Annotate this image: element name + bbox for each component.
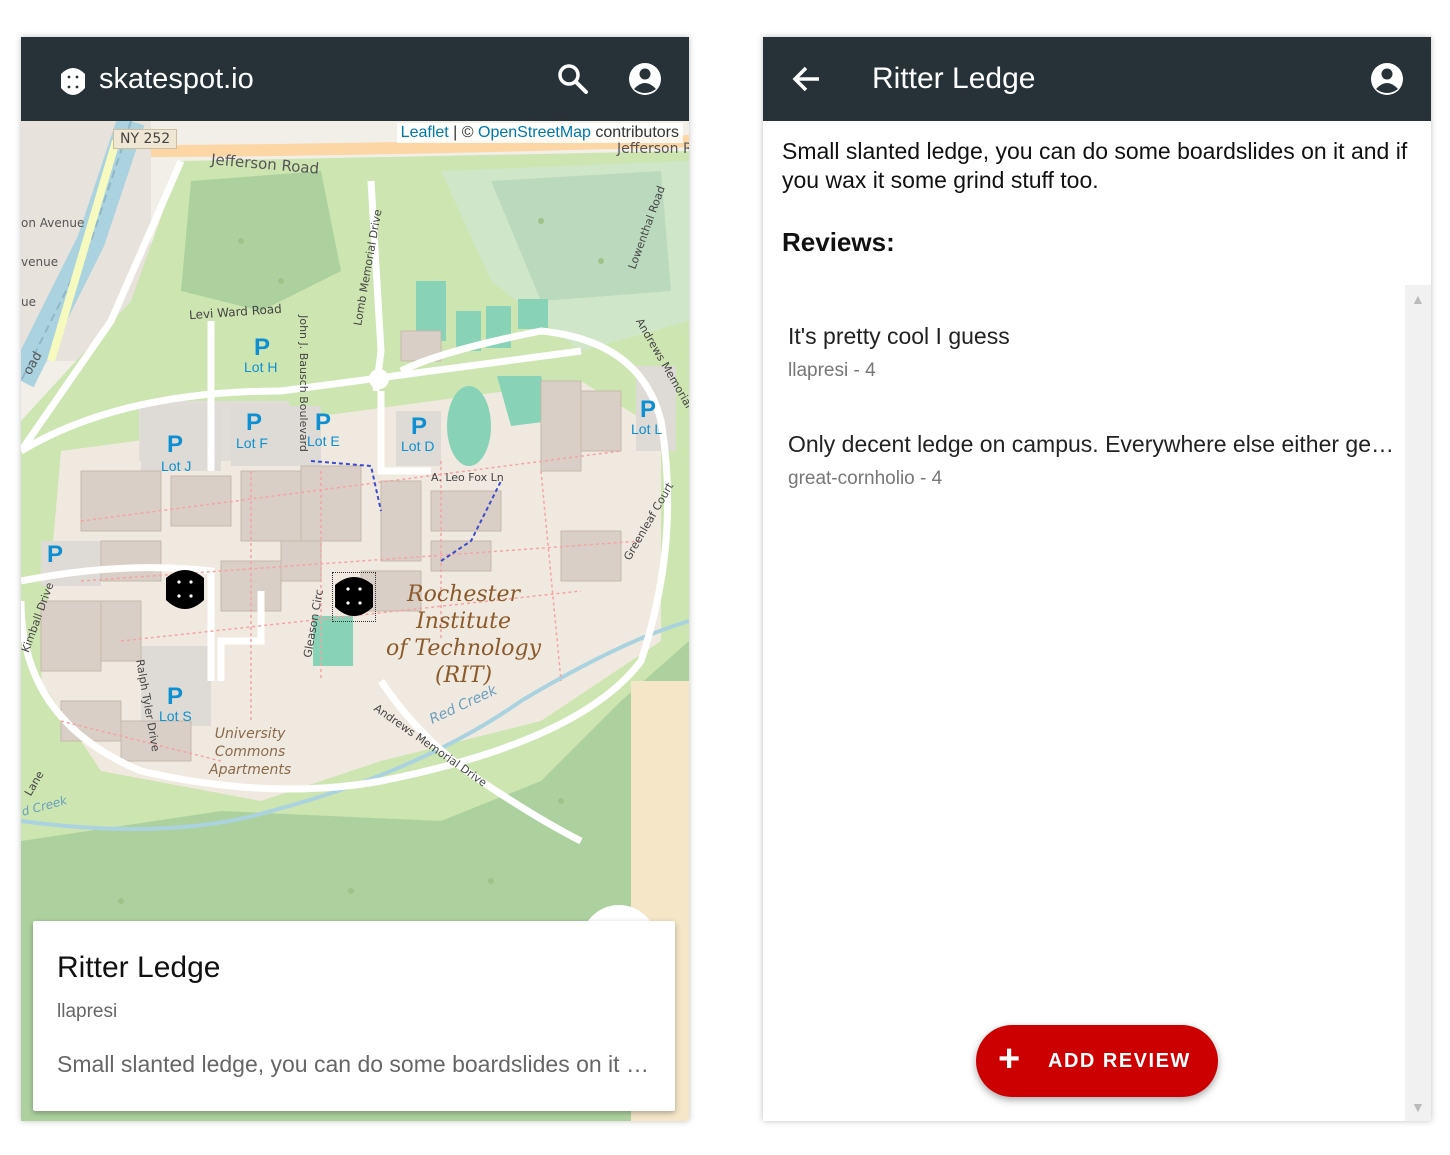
arrow-back-icon[interactable] — [787, 59, 827, 99]
review-item[interactable]: It's pretty cool I guess llapresi - 4 — [788, 323, 1398, 382]
page-title: Ritter Ledge — [872, 62, 1036, 95]
parking-lot-label: Lot L — [631, 421, 663, 437]
leaflet-link[interactable]: Leaflet — [401, 124, 449, 141]
map-attribution: Leaflet | © OpenStreetMap contributors — [396, 123, 683, 143]
parking-icon: P — [167, 431, 184, 458]
spot-preview-card[interactable]: Ritter Ledge llapresi Small slanted ledg… — [33, 921, 675, 1111]
review-text: Only decent ledge on campus. Everywhere … — [788, 431, 1398, 457]
app-title[interactable]: skatespot.io — [99, 37, 254, 121]
scroll-up-icon[interactable]: ▲ — [1411, 291, 1425, 307]
skatespot-marker-2[interactable] — [332, 572, 376, 622]
skatespot-marker-1[interactable] — [164, 566, 206, 614]
review-meta: great-cornholio - 4 — [788, 468, 943, 489]
osm-link[interactable]: OpenStreetMap — [478, 124, 591, 141]
map-label-on-avenue: on Avenue — [21, 216, 85, 230]
map-label-rit: Rochester Institute of Technology (RIT) — [386, 582, 542, 688]
skateboard-logo-icon[interactable] — [57, 64, 89, 100]
scroll-down-icon[interactable]: ▼ — [1411, 1099, 1425, 1115]
account-circle-icon[interactable] — [625, 59, 665, 99]
spot-description: Small slanted ledge, you can do some boa… — [57, 1051, 657, 1077]
add-review-label: ADD REVIEW — [1048, 1050, 1191, 1072]
add-review-button[interactable]: + ADD REVIEW — [976, 1025, 1218, 1097]
spot-detail-screen: Ritter Ledge Small slanted ledge, you ca… — [763, 37, 1431, 1121]
parking-lot-label: Lot S — [159, 708, 192, 724]
parking-lot-label: Lot D — [401, 438, 435, 454]
parking-icon: P — [640, 396, 657, 423]
parking-lot-label: Lot F — [236, 435, 268, 451]
spot-description: Small slanted ledge, you can do some boa… — [782, 138, 1408, 193]
map-label-a-leo-fox: A. Leo Fox Ln — [431, 471, 504, 484]
review-item[interactable]: Only decent ledge on campus. Everywhere … — [788, 431, 1398, 490]
search-icon[interactable] — [553, 59, 593, 99]
review-meta: llapresi - 4 — [788, 360, 876, 381]
spot-title: Ritter Ledge — [57, 951, 221, 984]
parking-lot-label: Lot H — [244, 359, 278, 375]
parking-lot-label: Lot E — [307, 433, 340, 449]
plus-icon: + — [998, 1038, 1021, 1080]
parking-icon: P — [167, 683, 184, 710]
parking-lot-label: Lot J — [161, 458, 192, 474]
map-label-jefferson-r: Jefferson R — [617, 141, 689, 157]
map-label-ny252: NY 252 — [113, 129, 178, 149]
parking-icon: P — [246, 409, 263, 436]
map-label-ue: ue — [21, 295, 36, 309]
app-bar: Ritter Ledge — [763, 37, 1431, 121]
map-label-venue: venue — [21, 255, 59, 269]
map-label-john-bausch: John J. Bausch Boulevard — [296, 315, 310, 452]
review-text: It's pretty cool I guess — [788, 323, 1010, 349]
parking-icon: P — [411, 413, 428, 440]
map-label-university-commons: University Commons Apartments — [209, 726, 292, 778]
map-screen: skatespot.io Leaflet | © OpenStreetMap c… — [21, 37, 689, 1121]
spot-author: llapresi — [57, 1001, 118, 1022]
parking-icon: P — [47, 541, 64, 568]
account-circle-icon[interactable] — [1367, 59, 1407, 99]
reviews-heading: Reviews: — [782, 227, 895, 257]
scrollbar[interactable]: ▲ ▼ — [1405, 285, 1431, 1121]
app-bar: skatespot.io — [21, 37, 689, 121]
reviews-list[interactable]: It's pretty cool I guess llapresi - 4 On… — [763, 287, 1405, 1121]
parking-icon: P — [254, 334, 271, 361]
